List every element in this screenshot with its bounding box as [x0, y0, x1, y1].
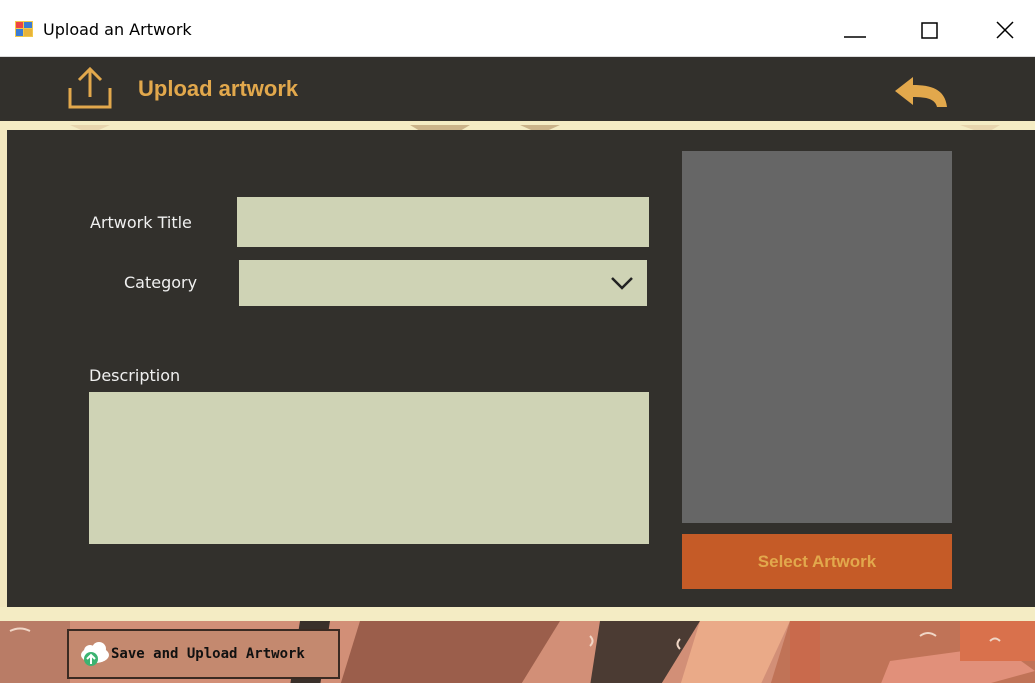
window-titlebar: Upload an Artwork [0, 0, 1035, 57]
minimize-button[interactable] [840, 14, 870, 44]
category-select[interactable] [239, 260, 647, 306]
chevron-down-icon[interactable] [610, 275, 634, 291]
page-header: Upload artwork [0, 57, 1035, 121]
window-title: Upload an Artwork [43, 20, 192, 39]
description-textarea[interactable] [89, 392, 649, 544]
bottom-decor-band [0, 607, 1035, 621]
category-label: Category [124, 273, 198, 292]
artwork-title-label: Artwork Title [90, 213, 192, 232]
artwork-preview [682, 151, 952, 523]
maximize-button[interactable] [915, 14, 945, 44]
upload-icon [68, 66, 112, 109]
back-arrow-icon[interactable] [893, 75, 949, 109]
app-icon [15, 21, 33, 37]
save-upload-label: Save and Upload Artwork [111, 646, 305, 662]
description-label: Description [89, 366, 181, 385]
top-decor-band [0, 121, 1035, 130]
page-title: Upload artwork [138, 76, 299, 101]
artwork-title-input[interactable] [237, 197, 649, 247]
left-decor-strip [0, 121, 7, 608]
select-artwork-button[interactable]: Select Artwork [682, 534, 952, 589]
close-button[interactable] [990, 14, 1020, 44]
save-upload-button[interactable]: Save and Upload Artwork [67, 629, 340, 679]
cloud-upload-icon [81, 642, 109, 666]
